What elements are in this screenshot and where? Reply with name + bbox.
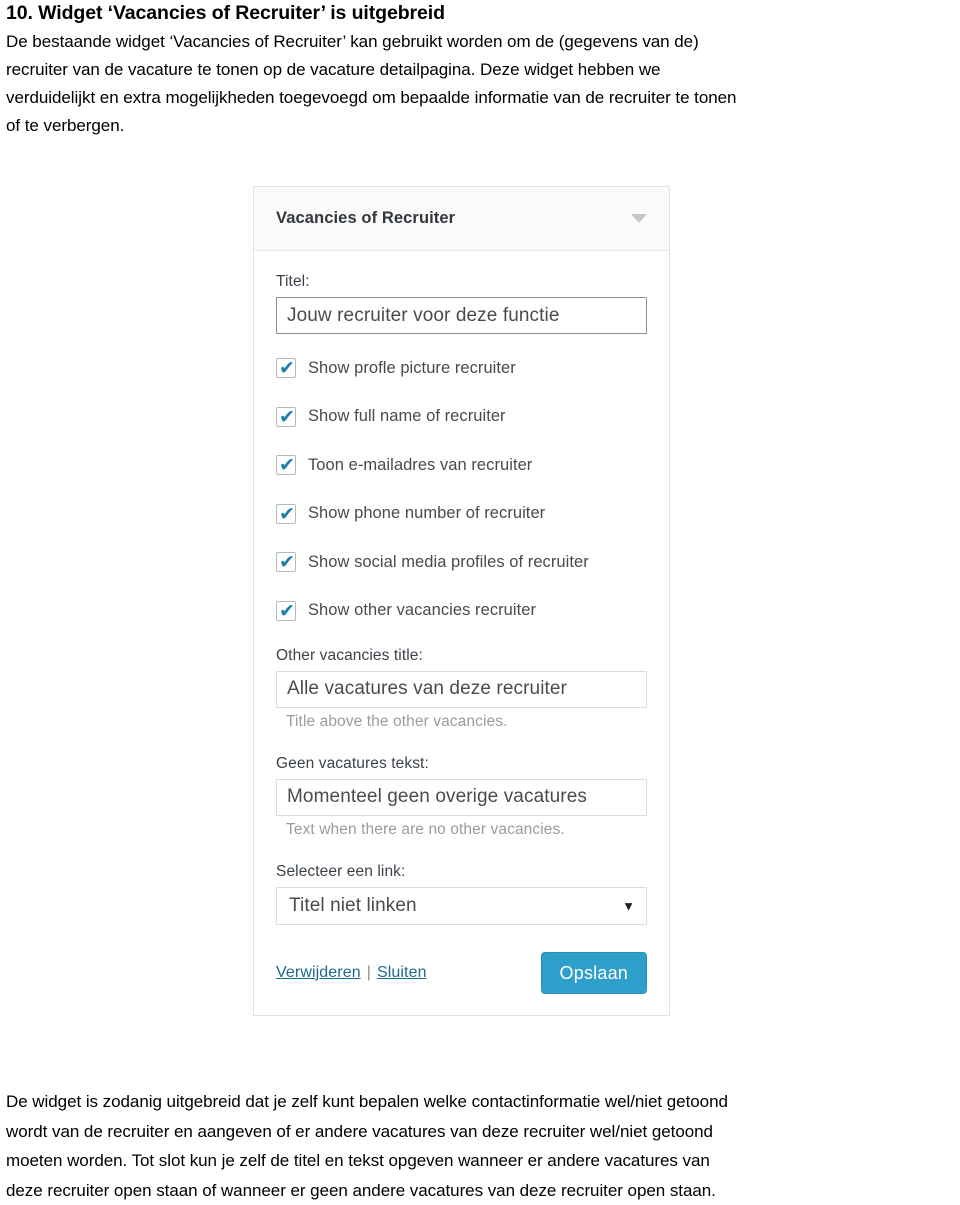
other-vacancies-title-input[interactable] [276, 671, 647, 708]
check-icon: ✔ [279, 600, 295, 622]
widget-title: Vacancies of Recruiter [276, 209, 631, 228]
checkbox-label: Show other vacancies recruiter [308, 601, 536, 620]
chevron-down-icon[interactable] [631, 214, 647, 223]
checkbox-label: Show social media profiles of recruiter [308, 553, 589, 572]
title-field-label: Titel: [276, 273, 647, 291]
intro-line-4: of te verbergen. [6, 112, 954, 140]
checkbox-icon[interactable]: ✔ [276, 455, 296, 475]
document-top-text: 10. Widget ‘Vacancies of Recruiter’ is u… [6, 0, 954, 140]
link-select-group: Selecteer een link: Titel niet linken ▼ [276, 863, 647, 925]
closing-line-4: deze recruiter open staan of wanneer er … [6, 1176, 956, 1205]
intro-line-3: verduidelijkt en extra mogelijkheden toe… [6, 84, 954, 112]
checkbox-row-show-profile-picture[interactable]: ✔ Show profle picture recruiter [276, 356, 647, 380]
widget-body: Titel: ✔ Show profle picture recruiter ✔… [254, 251, 669, 1015]
link-select[interactable]: Titel niet linken [276, 887, 647, 925]
document-bottom-text: De widget is zodanig uitgebreid dat je z… [6, 1087, 956, 1205]
checkbox-icon[interactable]: ✔ [276, 552, 296, 572]
footer-links: Verwijderen | Sluiten [276, 964, 541, 982]
widget-header[interactable]: Vacancies of Recruiter [254, 187, 669, 251]
checkbox-label: Toon e-mailadres van recruiter [308, 456, 532, 475]
link-select-label: Selecteer een link: [276, 863, 647, 881]
delete-link[interactable]: Verwijderen [276, 964, 361, 981]
checkbox-row-show-full-name[interactable]: ✔ Show full name of recruiter [276, 405, 647, 429]
widget-settings-panel: Vacancies of Recruiter Titel: ✔ Show pro… [253, 186, 670, 1016]
check-icon: ✔ [279, 357, 295, 379]
checkbox-row-show-social-media[interactable]: ✔ Show social media profiles of recruite… [276, 550, 647, 574]
check-icon: ✔ [279, 551, 295, 573]
checkbox-icon[interactable]: ✔ [276, 407, 296, 427]
checkbox-icon[interactable]: ✔ [276, 504, 296, 524]
other-vacancies-title-label: Other vacancies title: [276, 647, 647, 665]
check-icon: ✔ [279, 406, 295, 428]
chevron-down-icon[interactable]: ▼ [622, 899, 635, 912]
intro-paragraph: De bestaande widget ‘Vacancies of Recrui… [6, 28, 954, 140]
checkbox-row-show-email[interactable]: ✔ Toon e-mailadres van recruiter [276, 453, 647, 477]
other-vacancies-title-group: Other vacancies title: Title above the o… [276, 647, 647, 731]
save-button[interactable]: Opslaan [541, 952, 647, 994]
check-icon: ✔ [279, 454, 295, 476]
intro-line-2: recruiter van de vacature te tonen op de… [6, 56, 954, 84]
display-options-checkbox-list: ✔ Show profle picture recruiter ✔ Show f… [276, 356, 647, 623]
no-vacancies-text-group: Geen vacatures tekst: Text when there ar… [276, 755, 647, 839]
checkbox-row-show-other-vacancies[interactable]: ✔ Show other vacancies recruiter [276, 599, 647, 623]
footer-separator: | [367, 964, 371, 981]
widget-footer: Verwijderen | Sluiten Opslaan [276, 951, 647, 995]
close-link[interactable]: Sluiten [377, 964, 427, 981]
checkbox-label: Show profle picture recruiter [308, 359, 516, 378]
no-vacancies-text-label: Geen vacatures tekst: [276, 755, 647, 773]
checkbox-icon[interactable]: ✔ [276, 358, 296, 378]
check-icon: ✔ [279, 503, 295, 525]
title-field-group: Titel: [276, 273, 647, 334]
title-input[interactable] [276, 297, 647, 334]
no-vacancies-text-help: Text when there are no other vacancies. [276, 821, 647, 839]
page-title: 10. Widget ‘Vacancies of Recruiter’ is u… [6, 0, 954, 26]
closing-line-2: wordt van de recruiter en aangeven of er… [6, 1117, 956, 1147]
intro-line-1: De bestaande widget ‘Vacancies of Recrui… [6, 28, 954, 56]
checkbox-icon[interactable]: ✔ [276, 601, 296, 621]
link-select-wrapper[interactable]: Titel niet linken ▼ [276, 887, 647, 925]
checkbox-label: Show phone number of recruiter [308, 504, 545, 523]
checkbox-row-show-phone-number[interactable]: ✔ Show phone number of recruiter [276, 502, 647, 526]
checkbox-label: Show full name of recruiter [308, 407, 506, 426]
closing-line-1: De widget is zodanig uitgebreid dat je z… [6, 1087, 956, 1117]
closing-line-3: moeten worden. Tot slot kun je zelf de t… [6, 1146, 956, 1176]
other-vacancies-title-help: Title above the other vacancies. [276, 713, 647, 731]
no-vacancies-text-input[interactable] [276, 779, 647, 816]
